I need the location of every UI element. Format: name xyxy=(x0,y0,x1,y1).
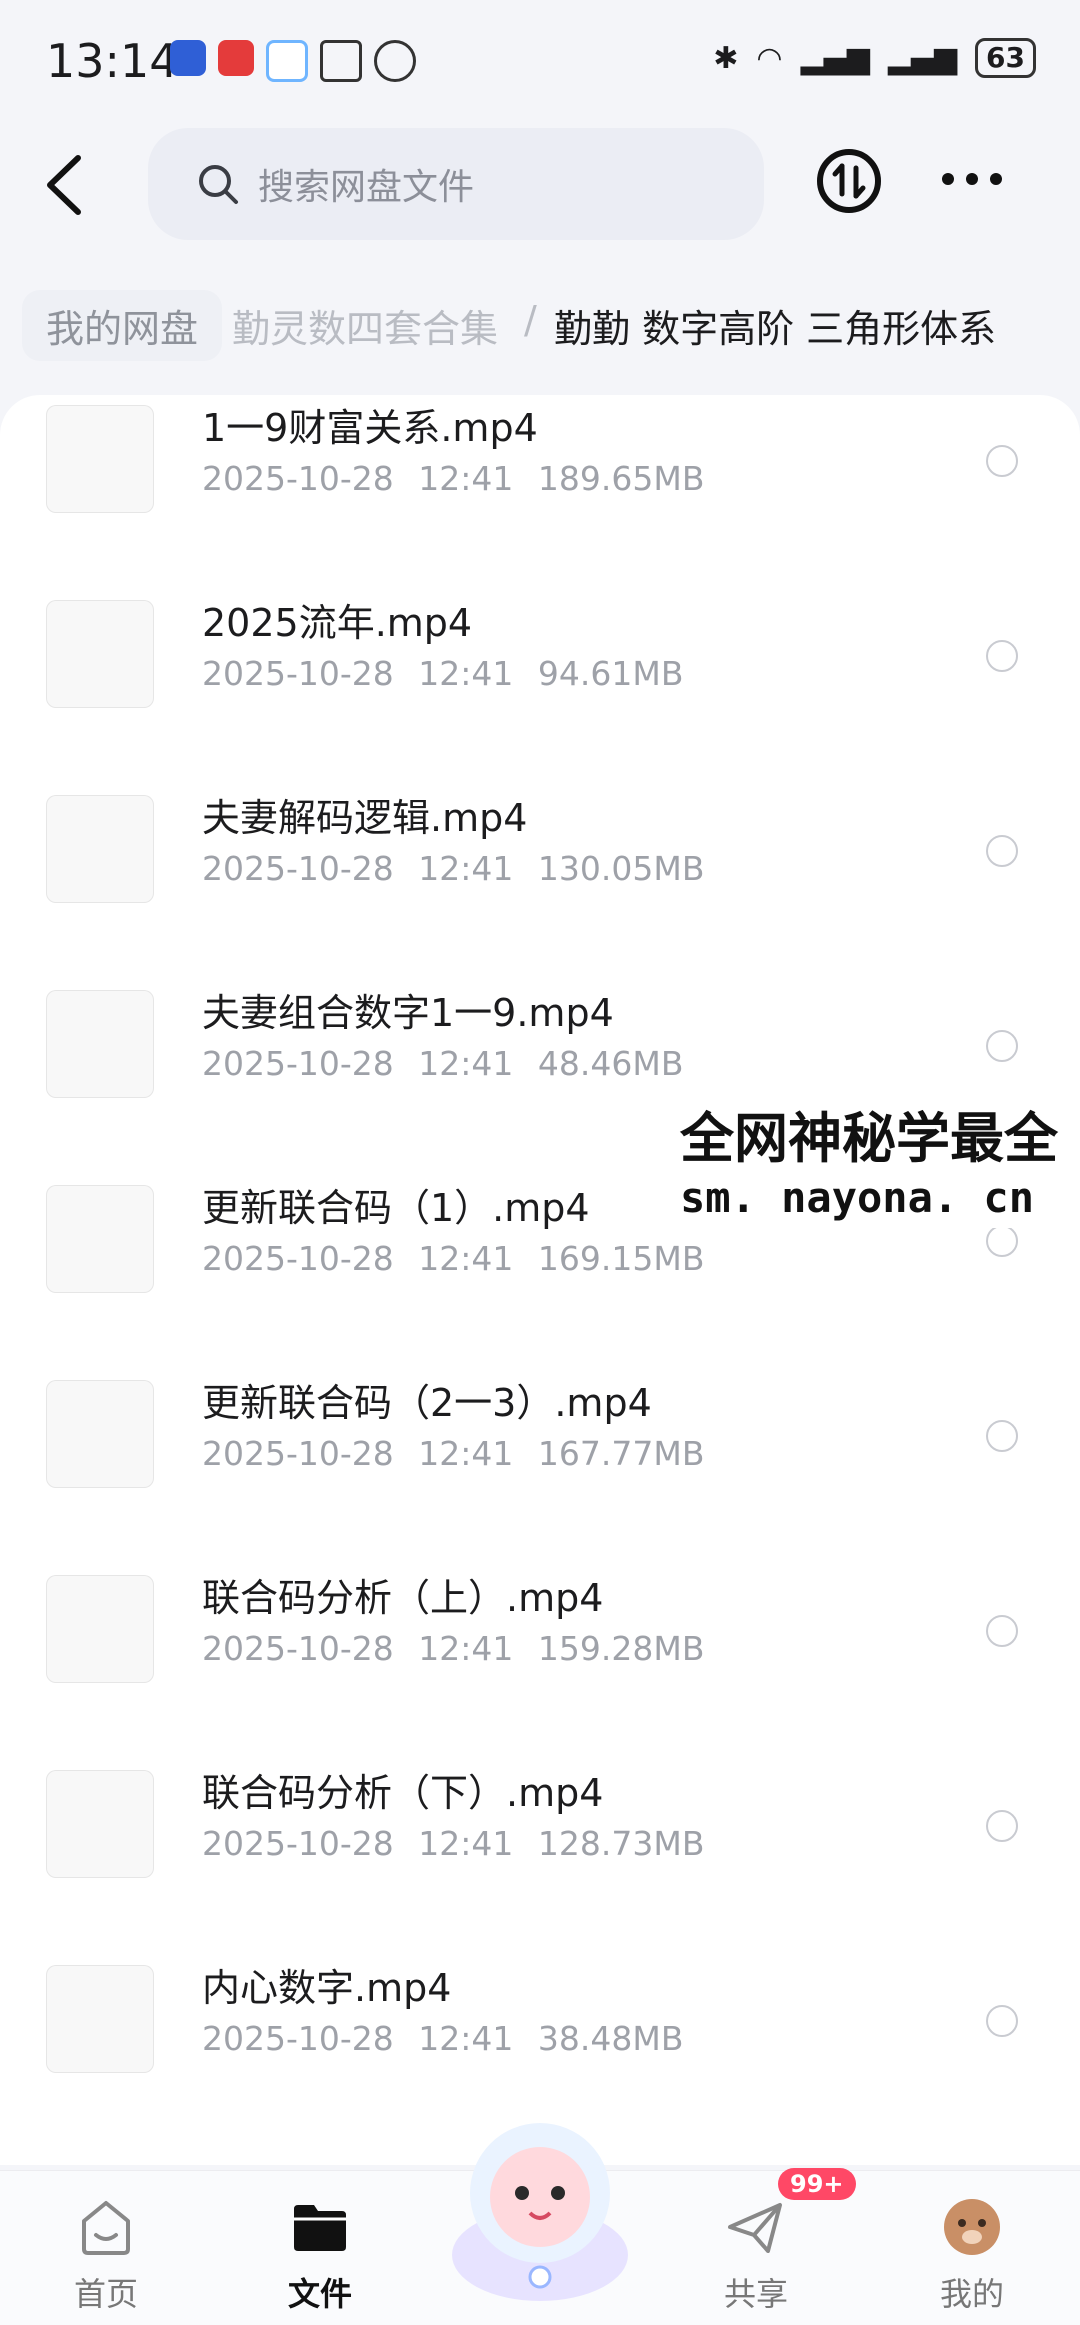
notification-icons xyxy=(170,40,416,82)
signal-icon: ▂▄▆ xyxy=(800,40,870,76)
status-time: 13:14 xyxy=(46,34,179,88)
select-radio[interactable] xyxy=(986,445,1018,477)
header: 搜索网盘文件 xyxy=(0,120,1080,250)
file-name: 夫妻组合数字1一9.mp4 xyxy=(202,991,614,1035)
file-row[interactable]: 夫妻解码逻辑.mp4 2025-10-28 12:41 130.05MB xyxy=(0,795,1080,990)
nfc-icon xyxy=(320,40,362,82)
select-radio[interactable] xyxy=(986,1225,1018,1257)
breadcrumb: 勤灵数四套合集 我的网盘 / 勤勤 数字高阶 三角形体系 xyxy=(0,290,1080,362)
share-badge: 99+ xyxy=(778,2168,856,2200)
nav-item-mine[interactable]: 我的 xyxy=(912,2197,1032,2315)
breadcrumb-item-parent[interactable]: 勤灵数四套合集 xyxy=(232,298,498,353)
file-row[interactable]: 联合码分析（下）.mp4 2025-10-28 12:41 128.73MB xyxy=(0,1770,1080,1965)
file-name: 2025流年.mp4 xyxy=(202,601,473,645)
status-right: ✱ ◠ ▂▄▆ ▂▄▆ 63 xyxy=(713,38,1036,78)
file-name: 联合码分析（上）.mp4 xyxy=(202,1576,604,1620)
breadcrumb-item-root[interactable]: 我的网盘 xyxy=(22,290,223,361)
file-row[interactable]: 联合码分析（上）.mp4 2025-10-28 12:41 159.28MB xyxy=(0,1575,1080,1770)
file-name: 更新联合码（2一3）.mp4 xyxy=(202,1381,652,1425)
select-radio[interactable] xyxy=(986,1030,1018,1062)
bluetooth-icon: ✱ xyxy=(713,40,739,76)
nav-label-mine: 我的 xyxy=(939,2275,1004,2313)
file-meta: 2025-10-28 12:41 189.65MB xyxy=(202,459,705,498)
search-icon xyxy=(199,165,238,204)
video-thumbnail xyxy=(46,990,154,1098)
home-icon xyxy=(82,2201,130,2255)
nav-label-home: 首页 xyxy=(73,2275,138,2313)
ai-assistant-mascot-button[interactable] xyxy=(440,2105,640,2305)
app-notification-icon xyxy=(266,40,308,82)
video-thumbnail xyxy=(46,1965,154,2073)
nav-label-share: 共享 xyxy=(723,2275,788,2313)
wifi-icon: ◠ xyxy=(756,40,783,76)
nav-label-files: 文件 xyxy=(287,2275,352,2313)
file-meta: 2025-10-28 12:41 48.46MB xyxy=(202,1044,684,1083)
video-thumbnail xyxy=(46,1770,154,1878)
nav-item-home[interactable]: 首页 xyxy=(46,2197,166,2315)
video-thumbnail xyxy=(46,1185,154,1293)
file-meta: 2025-10-28 12:41 169.15MB xyxy=(202,1239,705,1278)
select-radio[interactable] xyxy=(986,2005,1018,2037)
folder-icon xyxy=(294,2205,346,2251)
file-meta: 2025-10-28 12:41 94.61MB xyxy=(202,654,684,693)
nav-item-share[interactable]: 共享 xyxy=(696,2197,816,2315)
app-notification-icon xyxy=(170,40,206,76)
signal-icon: ▂▄▆ xyxy=(887,40,958,76)
status-bar: 13:14 ✱ ◠ ▂▄▆ ▂▄▆ 63 xyxy=(0,0,1080,120)
select-radio[interactable] xyxy=(986,1420,1018,1452)
file-name: 1一9财富关系.mp4 xyxy=(202,406,538,450)
app-notification-icon xyxy=(218,40,254,76)
search-placeholder: 搜索网盘文件 xyxy=(258,167,475,208)
video-thumbnail xyxy=(46,405,154,513)
video-thumbnail xyxy=(46,795,154,903)
more-icon[interactable] xyxy=(940,164,1004,194)
breadcrumb-item-current: 勤勤 数字高阶 三角形体系 xyxy=(554,307,997,351)
transfer-list-icon[interactable] xyxy=(816,148,882,214)
nav-item-files[interactable]: 文件 xyxy=(260,2197,380,2315)
battery-indicator: 63 xyxy=(975,38,1036,78)
video-thumbnail xyxy=(46,1575,154,1683)
watermark: 全网神秘学最全 sm. nayona. cn xyxy=(672,1090,1062,1228)
file-name: 联合码分析（下）.mp4 xyxy=(202,1771,604,1815)
file-name: 更新联合码（1）.mp4 xyxy=(202,1186,590,1230)
file-name: 内心数字.mp4 xyxy=(202,1966,452,2010)
file-meta: 2025-10-28 12:41 159.28MB xyxy=(202,1629,705,1668)
file-meta: 2025-10-28 12:41 130.05MB xyxy=(202,849,705,888)
avatar-icon xyxy=(944,2199,1000,2255)
video-thumbnail xyxy=(46,600,154,708)
watermark-url: sm. nayona. cn xyxy=(680,1173,1035,1222)
select-radio[interactable] xyxy=(986,835,1018,867)
select-radio[interactable] xyxy=(986,1615,1018,1647)
video-thumbnail xyxy=(46,1380,154,1488)
search-input[interactable]: 搜索网盘文件 xyxy=(148,128,764,240)
file-name: 夫妻解码逻辑.mp4 xyxy=(202,796,528,840)
file-meta: 2025-10-28 12:41 128.73MB xyxy=(202,1824,705,1863)
select-radio[interactable] xyxy=(986,640,1018,672)
back-button[interactable] xyxy=(36,150,96,220)
file-meta: 2025-10-28 12:41 38.48MB xyxy=(202,2019,684,2058)
file-meta: 2025-10-28 12:41 167.77MB xyxy=(202,1434,705,1473)
select-radio[interactable] xyxy=(986,1810,1018,1842)
breadcrumb-separator: / xyxy=(524,298,537,342)
file-row[interactable]: 2025流年.mp4 2025-10-28 12:41 94.61MB xyxy=(0,600,1080,795)
file-list: 1一9财富关系.mp4 2025-10-28 12:41 189.65MB 20… xyxy=(0,395,1080,2165)
file-row[interactable]: 更新联合码（2一3）.mp4 2025-10-28 12:41 167.77MB xyxy=(0,1380,1080,1575)
watermark-title: 全网神秘学最全 xyxy=(680,1107,1058,1170)
alarm-icon xyxy=(374,40,416,82)
file-row[interactable]: 1一9财富关系.mp4 2025-10-28 12:41 189.65MB xyxy=(0,405,1080,600)
paper-plane-icon xyxy=(728,2203,782,2253)
